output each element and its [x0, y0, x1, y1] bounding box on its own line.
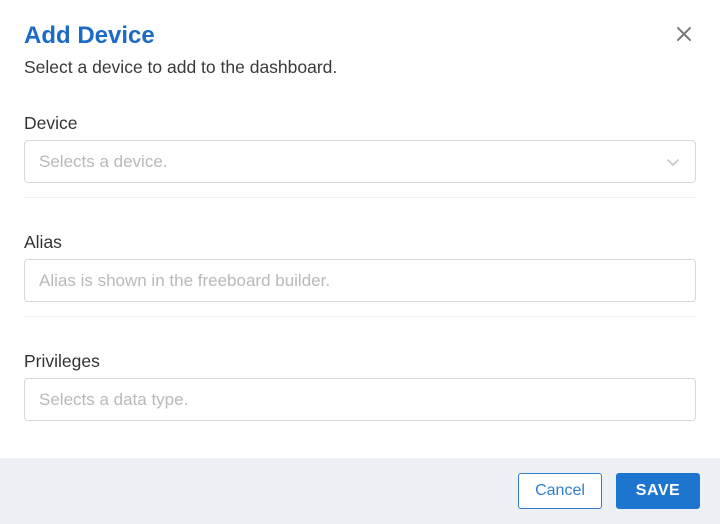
dialog-header: Add Device Select a device to add to the…: [24, 22, 696, 79]
close-button[interactable]: [672, 22, 696, 46]
device-select-placeholder: Selects a device.: [39, 152, 168, 172]
device-label: Device: [24, 113, 696, 134]
chevron-down-icon: [665, 154, 681, 170]
field-alias: Alias: [24, 232, 696, 317]
save-button[interactable]: SAVE: [616, 473, 700, 509]
field-device: Device Selects a device.: [24, 113, 696, 198]
device-select[interactable]: Selects a device.: [24, 140, 696, 183]
alias-label: Alias: [24, 232, 696, 253]
field-privileges: Privileges Selects a data type.: [24, 351, 696, 435]
header-text: Add Device Select a device to add to the…: [24, 22, 337, 79]
privileges-select[interactable]: Selects a data type.: [24, 378, 696, 421]
privileges-label: Privileges: [24, 351, 696, 372]
alias-input[interactable]: [39, 260, 681, 301]
cancel-button[interactable]: Cancel: [518, 473, 602, 509]
dialog-footer: Cancel SAVE: [0, 458, 720, 524]
dialog-subtitle: Select a device to add to the dashboard.: [24, 55, 337, 80]
dialog-content: Add Device Select a device to add to the…: [0, 0, 720, 458]
alias-input-wrap: [24, 259, 696, 302]
add-device-dialog: Add Device Select a device to add to the…: [0, 0, 720, 524]
privileges-select-placeholder: Selects a data type.: [39, 390, 188, 410]
dialog-title: Add Device: [24, 22, 337, 51]
close-icon: [674, 24, 694, 44]
